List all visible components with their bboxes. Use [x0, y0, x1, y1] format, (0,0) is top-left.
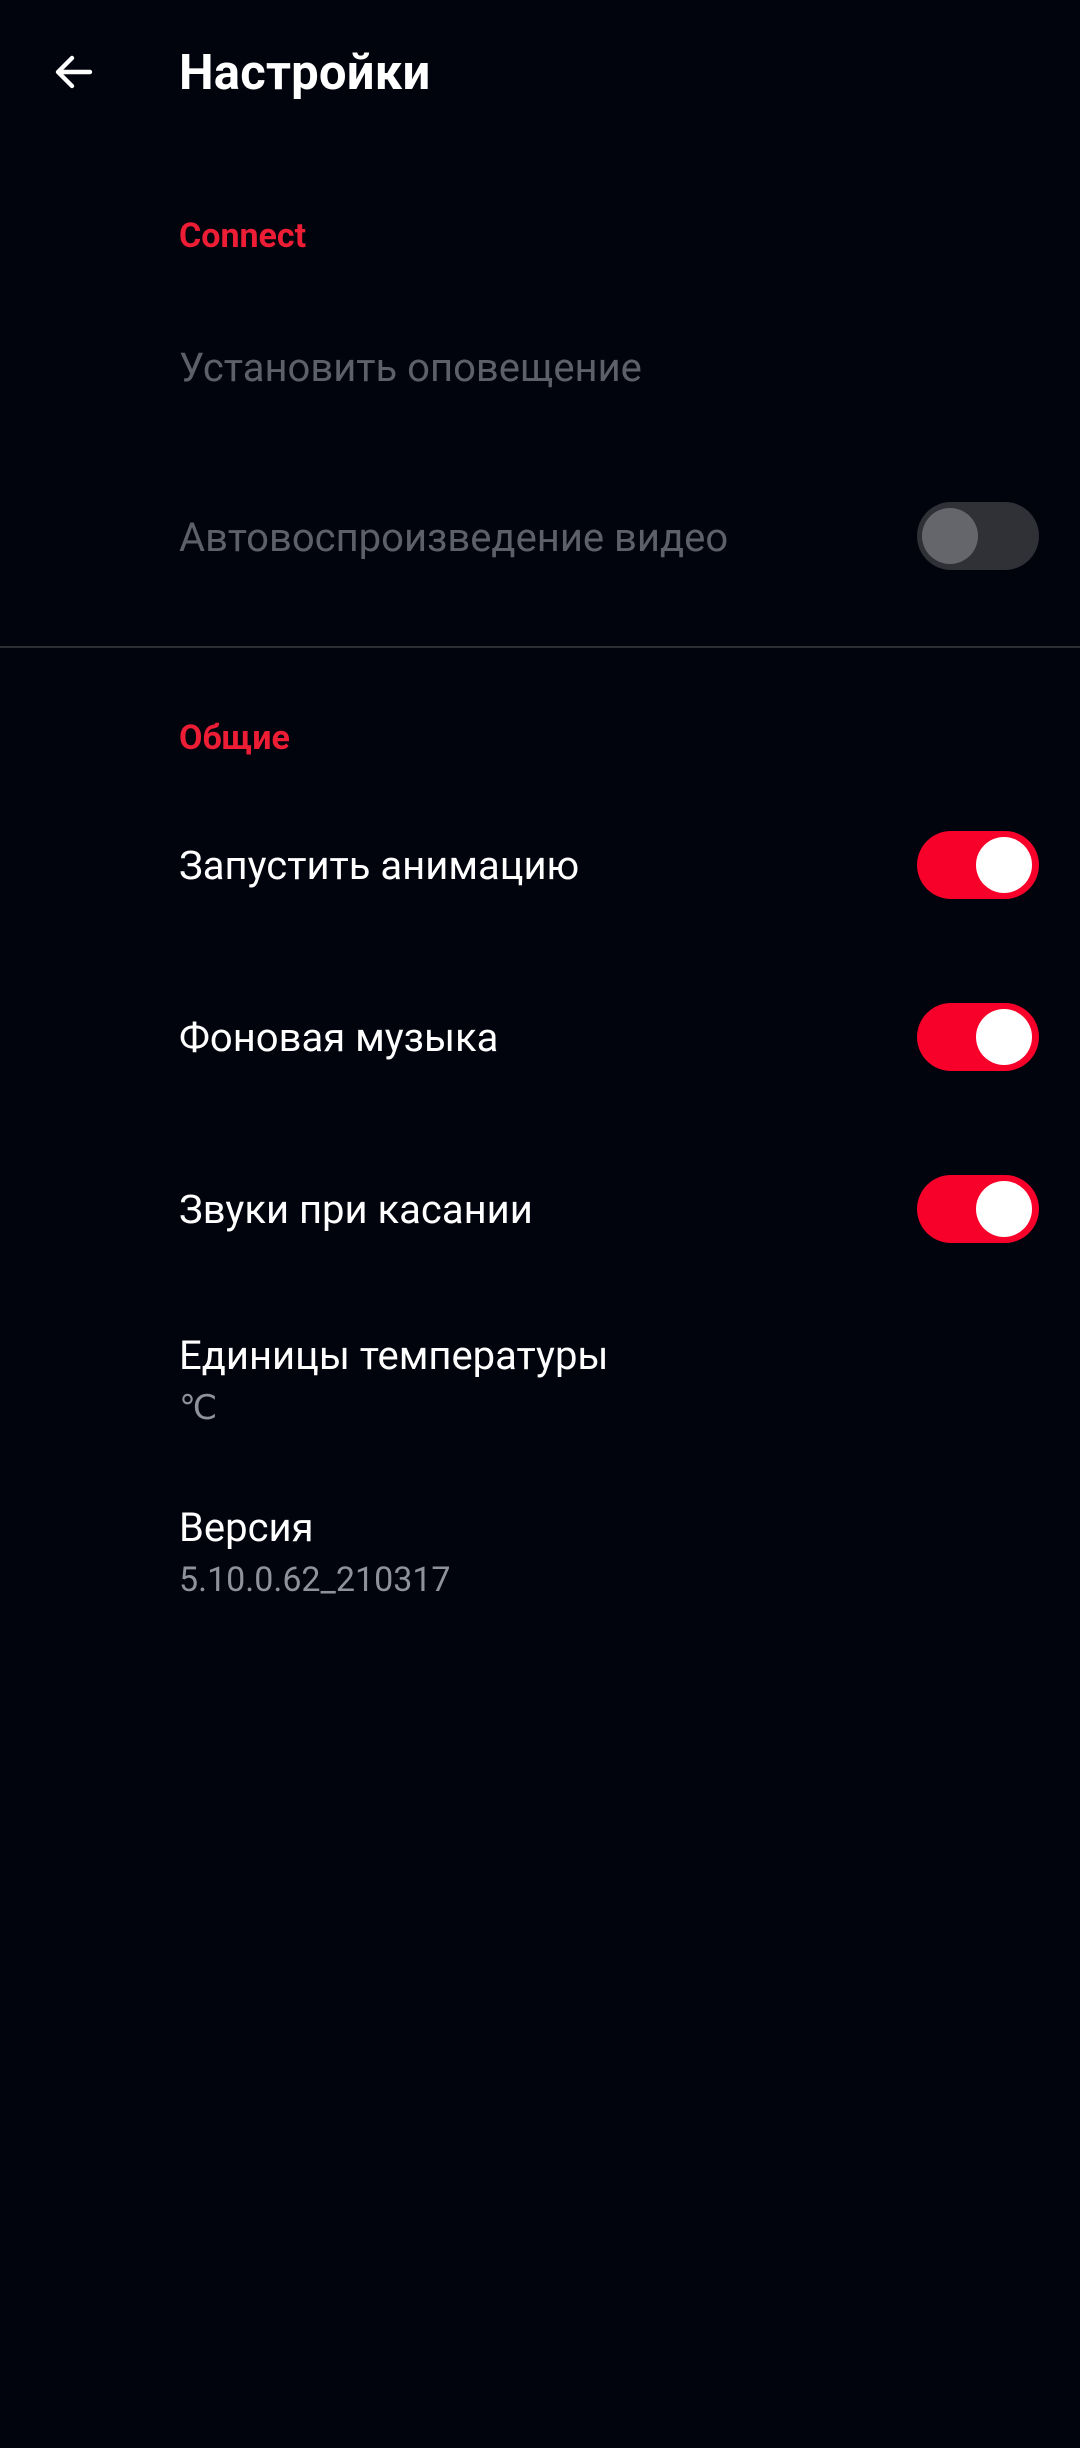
- toggle-knob: [976, 1181, 1032, 1237]
- setting-version-label: Версия: [179, 1504, 314, 1551]
- background-music-toggle[interactable]: [917, 1003, 1039, 1071]
- setting-launch-animation-label: Запустить анимацию: [179, 842, 580, 889]
- setting-launch-animation[interactable]: Запустить анимацию: [0, 810, 1080, 920]
- arrow-left-icon: [55, 55, 93, 89]
- touch-sounds-toggle[interactable]: [917, 1175, 1039, 1243]
- setting-touch-sounds[interactable]: Звуки при касании: [0, 1154, 1080, 1264]
- setting-temperature-units[interactable]: Единицы температуры ℃: [0, 1310, 1080, 1450]
- setting-version: Версия 5.10.0.62_210317: [0, 1482, 1080, 1622]
- launch-animation-toggle[interactable]: [917, 831, 1039, 899]
- settings-screen: Настройки Connect Установить оповещение …: [0, 0, 1080, 2448]
- section-header-general: Общие: [179, 718, 290, 758]
- setting-set-alert[interactable]: Установить оповещение: [0, 312, 1080, 422]
- autoplay-video-toggle[interactable]: [917, 502, 1039, 570]
- toggle-knob: [976, 837, 1032, 893]
- back-button[interactable]: [34, 32, 114, 112]
- setting-temperature-units-label: Единицы температуры: [179, 1332, 609, 1379]
- toggle-knob: [922, 508, 978, 564]
- setting-set-alert-label: Установить оповещение: [179, 344, 642, 391]
- toggle-knob: [976, 1009, 1032, 1065]
- setting-temperature-units-value: ℃: [179, 1388, 218, 1428]
- setting-autoplay-video[interactable]: Автовоспроизведение видео: [0, 480, 1080, 590]
- app-bar: Настройки: [0, 0, 1080, 150]
- section-header-connect: Connect: [179, 216, 307, 256]
- setting-touch-sounds-label: Звуки при касании: [179, 1186, 533, 1233]
- setting-background-music-label: Фоновая музыка: [179, 1014, 499, 1061]
- setting-autoplay-video-label: Автовоспроизведение видео: [179, 514, 729, 561]
- section-divider: [0, 646, 1080, 648]
- page-title: Настройки: [179, 44, 431, 101]
- setting-version-value: 5.10.0.62_210317: [179, 1560, 451, 1600]
- setting-background-music[interactable]: Фоновая музыка: [0, 982, 1080, 1092]
